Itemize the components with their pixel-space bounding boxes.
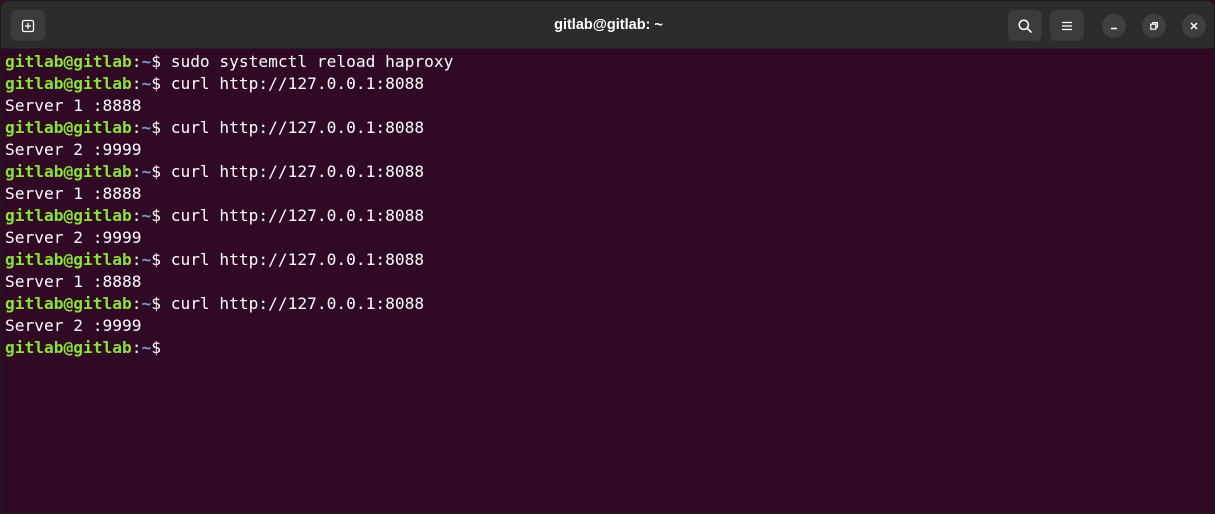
prompt-user-host: gitlab@gitlab [5,338,132,357]
prompt-user-host: gitlab@gitlab [5,294,132,313]
menu-button[interactable] [1050,10,1084,41]
command-text: curl http://127.0.0.1:8088 [160,74,425,93]
output-line: Server 1 :8888 [5,183,1210,205]
output-text: Server 1 :8888 [5,96,142,115]
prompt-line: gitlab@gitlab:~$ curl http://127.0.0.1:8… [5,73,1210,95]
output-line: Server 2 :9999 [5,227,1210,249]
restore-icon [1150,22,1158,30]
prompt-symbol: $ [151,74,161,93]
terminal-output[interactable]: gitlab@gitlab:~$ sudo systemctl reload h… [5,51,1210,513]
output-text: Server 2 :9999 [5,316,142,335]
prompt-path: ~ [141,118,152,137]
prompt-line: gitlab@gitlab:~$ curl http://127.0.0.1:8… [5,249,1210,271]
prompt-symbol: $ [151,250,161,269]
prompt-colon: : [131,118,142,137]
prompt-colon: : [131,294,142,313]
prompt-line: gitlab@gitlab:~$ sudo systemctl reload h… [5,51,1210,73]
prompt-colon: : [131,206,142,225]
output-text: Server 2 :9999 [5,228,142,247]
output-line: Server 1 :8888 [5,95,1210,117]
hamburger-menu-icon [1062,21,1072,30]
prompt-user-host: gitlab@gitlab [5,206,132,225]
prompt-symbol: $ [151,206,161,225]
close-icon [1190,22,1198,30]
command-text: curl http://127.0.0.1:8088 [160,206,425,225]
prompt-colon: : [131,250,142,269]
prompt-path: ~ [141,206,152,225]
prompt-user-host: gitlab@gitlab [5,162,132,181]
prompt-user-host: gitlab@gitlab [5,118,132,137]
prompt-symbol: $ [151,118,161,137]
command-text: curl http://127.0.0.1:8088 [160,162,425,181]
prompt-colon: : [131,162,142,181]
output-line: Server 1 :8888 [5,271,1210,293]
prompt-line: gitlab@gitlab:~$ [5,337,1210,359]
prompt-path: ~ [141,52,152,71]
prompt-colon: : [131,52,142,71]
prompt-user-host: gitlab@gitlab [5,74,132,93]
output-text: Server 2 :9999 [5,140,142,159]
command-text: curl http://127.0.0.1:8088 [160,294,425,313]
prompt-path: ~ [141,162,152,181]
command-text: sudo systemctl reload haproxy [160,52,454,71]
search-button[interactable] [1008,10,1042,41]
prompt-symbol: $ [151,52,161,71]
minimize-icon [1111,27,1117,30]
output-text: Server 1 :8888 [5,272,142,291]
prompt-path: ~ [141,294,152,313]
prompt-user-host: gitlab@gitlab [5,52,132,71]
prompt-path: ~ [141,338,152,357]
prompt-colon: : [131,74,142,93]
prompt-colon: : [131,338,142,357]
minimize-button[interactable] [1102,14,1126,38]
prompt-symbol: $ [151,162,161,181]
prompt-line: gitlab@gitlab:~$ curl http://127.0.0.1:8… [5,117,1210,139]
command-text: curl http://127.0.0.1:8088 [160,118,425,137]
prompt-symbol: $ [151,338,161,357]
output-line: Server 2 :9999 [5,315,1210,337]
output-text: Server 1 :8888 [5,184,142,203]
prompt-line: gitlab@gitlab:~$ curl http://127.0.0.1:8… [5,293,1210,315]
output-line: Server 2 :9999 [5,139,1210,161]
terminal-window: gitlab@gitlab: ~ gitlab@gitlab:~$ sudo s… [0,0,1215,514]
prompt-symbol: $ [151,294,161,313]
prompt-path: ~ [141,74,152,93]
prompt-path: ~ [141,250,152,269]
search-icon [1018,18,1032,33]
prompt-user-host: gitlab@gitlab [5,250,132,269]
title-bar[interactable]: gitlab@gitlab: ~ [1,1,1214,49]
command-text: curl http://127.0.0.1:8088 [160,250,425,269]
close-button[interactable] [1182,14,1206,38]
restore-button[interactable] [1142,14,1166,38]
prompt-line: gitlab@gitlab:~$ curl http://127.0.0.1:8… [5,161,1210,183]
prompt-line: gitlab@gitlab:~$ curl http://127.0.0.1:8… [5,205,1210,227]
